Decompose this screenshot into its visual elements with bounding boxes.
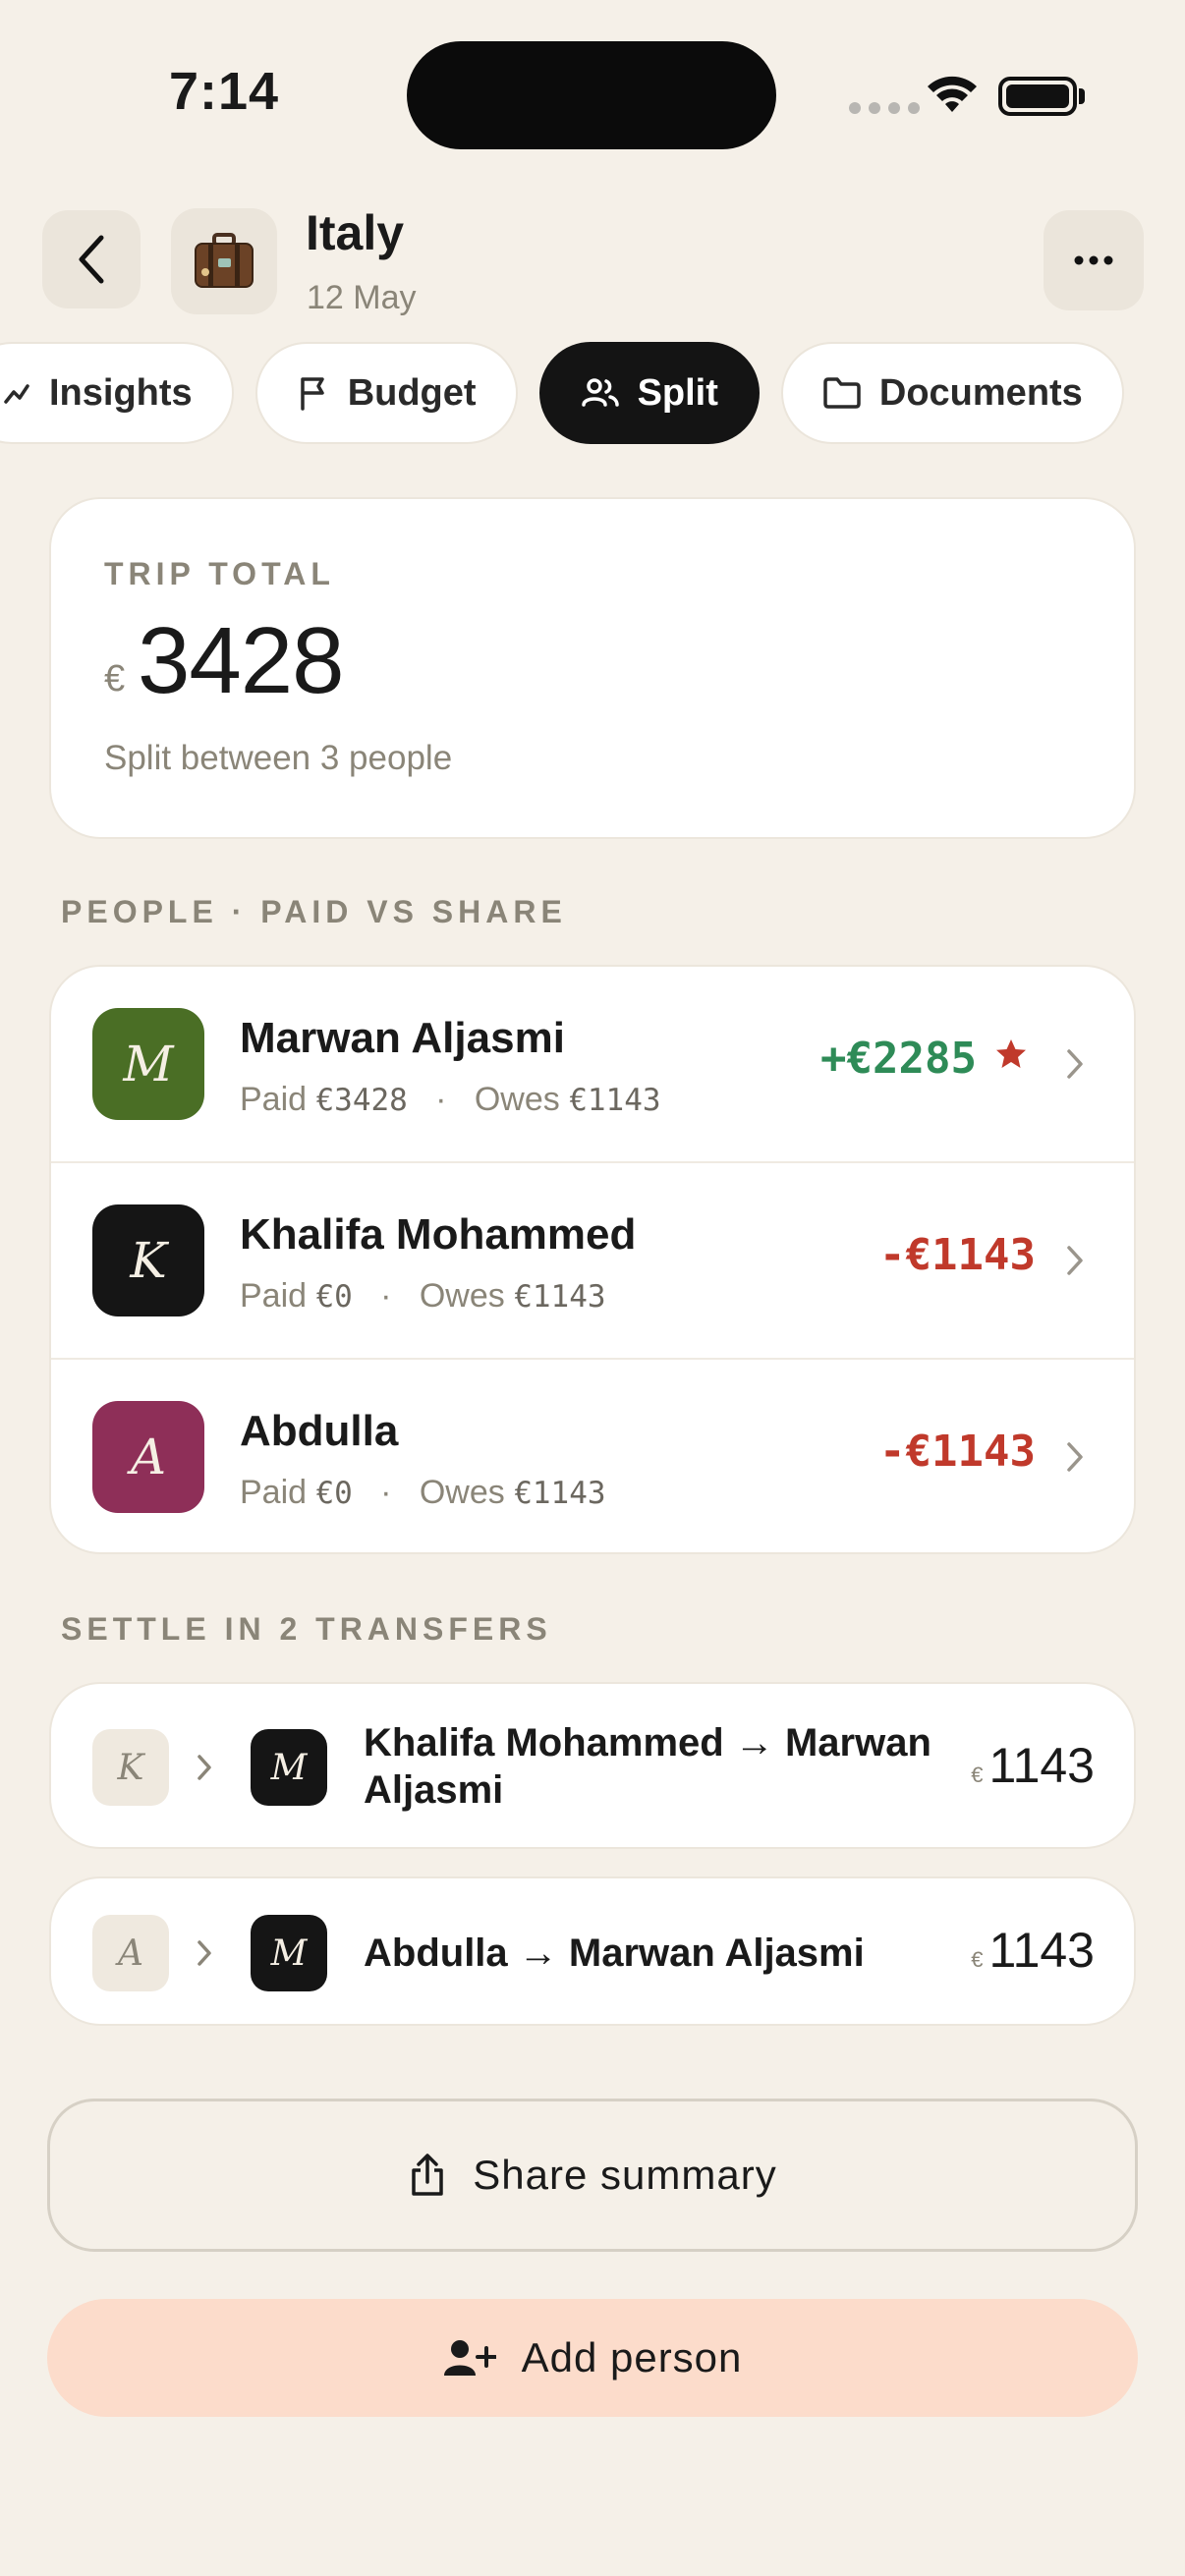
transfer-row[interactable]: A M Abdulla → Marwan Aljasmi €1143 xyxy=(49,1876,1136,2026)
person-balance: -€1143 xyxy=(879,1427,1036,1477)
people-icon xyxy=(581,378,619,407)
folder-icon xyxy=(823,377,861,409)
chevron-right-icon xyxy=(198,1755,211,1780)
trip-total-value: 3428 xyxy=(138,608,345,713)
share-summary-label: Share summary xyxy=(473,2152,777,2198)
person-name: Abdulla xyxy=(240,1407,399,1455)
tab-split[interactable]: Split xyxy=(538,342,760,444)
transfer-amount: €1143 xyxy=(971,1923,1095,1978)
person-row-khalifa[interactable]: K Khalifa Mohammed Paid €0 · Owes €1143 … xyxy=(51,1163,1134,1360)
chevron-left-icon xyxy=(79,235,104,284)
trip-total-subtitle: Split between 3 people xyxy=(104,739,453,777)
add-person-label: Add person xyxy=(521,2334,743,2380)
tab-budget-label: Budget xyxy=(347,371,477,414)
tab-insights[interactable]: Insights xyxy=(0,342,234,444)
chevron-right-icon xyxy=(198,1940,211,1966)
flag-icon xyxy=(300,377,324,411)
person-balance: +€2285 xyxy=(820,1034,977,1084)
cellular-signal-icon xyxy=(849,102,920,114)
avatar: A xyxy=(92,1401,204,1513)
person-name: Khalifa Mohammed xyxy=(240,1210,637,1259)
tab-bar: Insights Budget Split Documents xyxy=(0,342,1124,444)
share-summary-button[interactable]: Share summary xyxy=(47,2099,1138,2252)
people-list: M Marwan Aljasmi Paid €3428 · Owes €1143… xyxy=(49,965,1136,1554)
person-meta: Paid €0 · Owes €1143 xyxy=(240,1277,606,1315)
avatar-from: A xyxy=(92,1915,169,1991)
trip-date: 12 May xyxy=(307,279,417,316)
trip-thumbnail xyxy=(171,208,277,314)
person-row-abdulla[interactable]: A Abdulla Paid €0 · Owes €1143 -€1143 xyxy=(51,1360,1134,1552)
avatar: K xyxy=(92,1204,204,1316)
add-user-icon xyxy=(443,2340,496,2376)
settle-section-label: SETTLE IN 2 TRANSFERS xyxy=(61,1611,552,1647)
more-options-button[interactable] xyxy=(1044,210,1144,310)
person-name: Marwan Aljasmi xyxy=(240,1014,565,1062)
suitcase-icon xyxy=(195,233,254,288)
person-meta: Paid €3428 · Owes €1143 xyxy=(240,1081,661,1118)
chevron-right-icon xyxy=(1067,1246,1083,1275)
person-meta: Paid €0 · Owes €1143 xyxy=(240,1474,606,1511)
tab-documents-label: Documents xyxy=(878,371,1083,414)
chart-icon xyxy=(4,384,29,404)
avatar-to: M xyxy=(251,1729,327,1806)
battery-icon xyxy=(998,77,1077,116)
tab-documents[interactable]: Documents xyxy=(780,342,1124,444)
back-button[interactable] xyxy=(42,210,141,308)
people-section-label: PEOPLE · PAID VS SHARE xyxy=(61,894,567,929)
add-person-button[interactable]: Add person xyxy=(47,2299,1138,2417)
transfer-description: Abdulla → Marwan Aljasmi xyxy=(364,1932,865,1975)
trip-title: Italy xyxy=(306,205,405,260)
transfer-amount: €1143 xyxy=(971,1738,1095,1793)
trip-total-currency: € xyxy=(104,658,126,700)
person-row-marwan[interactable]: M Marwan Aljasmi Paid €3428 · Owes €1143… xyxy=(51,967,1134,1163)
battery-tip xyxy=(1079,88,1085,104)
avatar: M xyxy=(92,1008,204,1120)
avatar-to: M xyxy=(251,1915,327,1991)
tab-insights-label: Insights xyxy=(49,371,193,414)
person-balance: -€1143 xyxy=(879,1230,1036,1280)
share-icon xyxy=(412,2154,444,2196)
tab-budget[interactable]: Budget xyxy=(254,342,518,444)
ellipsis-icon xyxy=(1074,255,1113,265)
trip-total-label: TRIP TOTAL xyxy=(104,556,335,591)
dynamic-island xyxy=(407,41,776,149)
status-time: 7:14 xyxy=(169,62,280,121)
star-icon xyxy=(996,1039,1026,1068)
wifi-icon xyxy=(928,76,977,112)
avatar-from: K xyxy=(92,1729,169,1806)
transfer-description: Khalifa Mohammed → Marwan Aljasmi xyxy=(364,1721,931,1812)
transfer-row[interactable]: K M Khalifa Mohammed → Marwan Aljasmi €1… xyxy=(49,1682,1136,1849)
chevron-right-icon xyxy=(1067,1442,1083,1472)
tab-split-label: Split xyxy=(637,371,718,414)
chevron-right-icon xyxy=(1067,1049,1083,1079)
